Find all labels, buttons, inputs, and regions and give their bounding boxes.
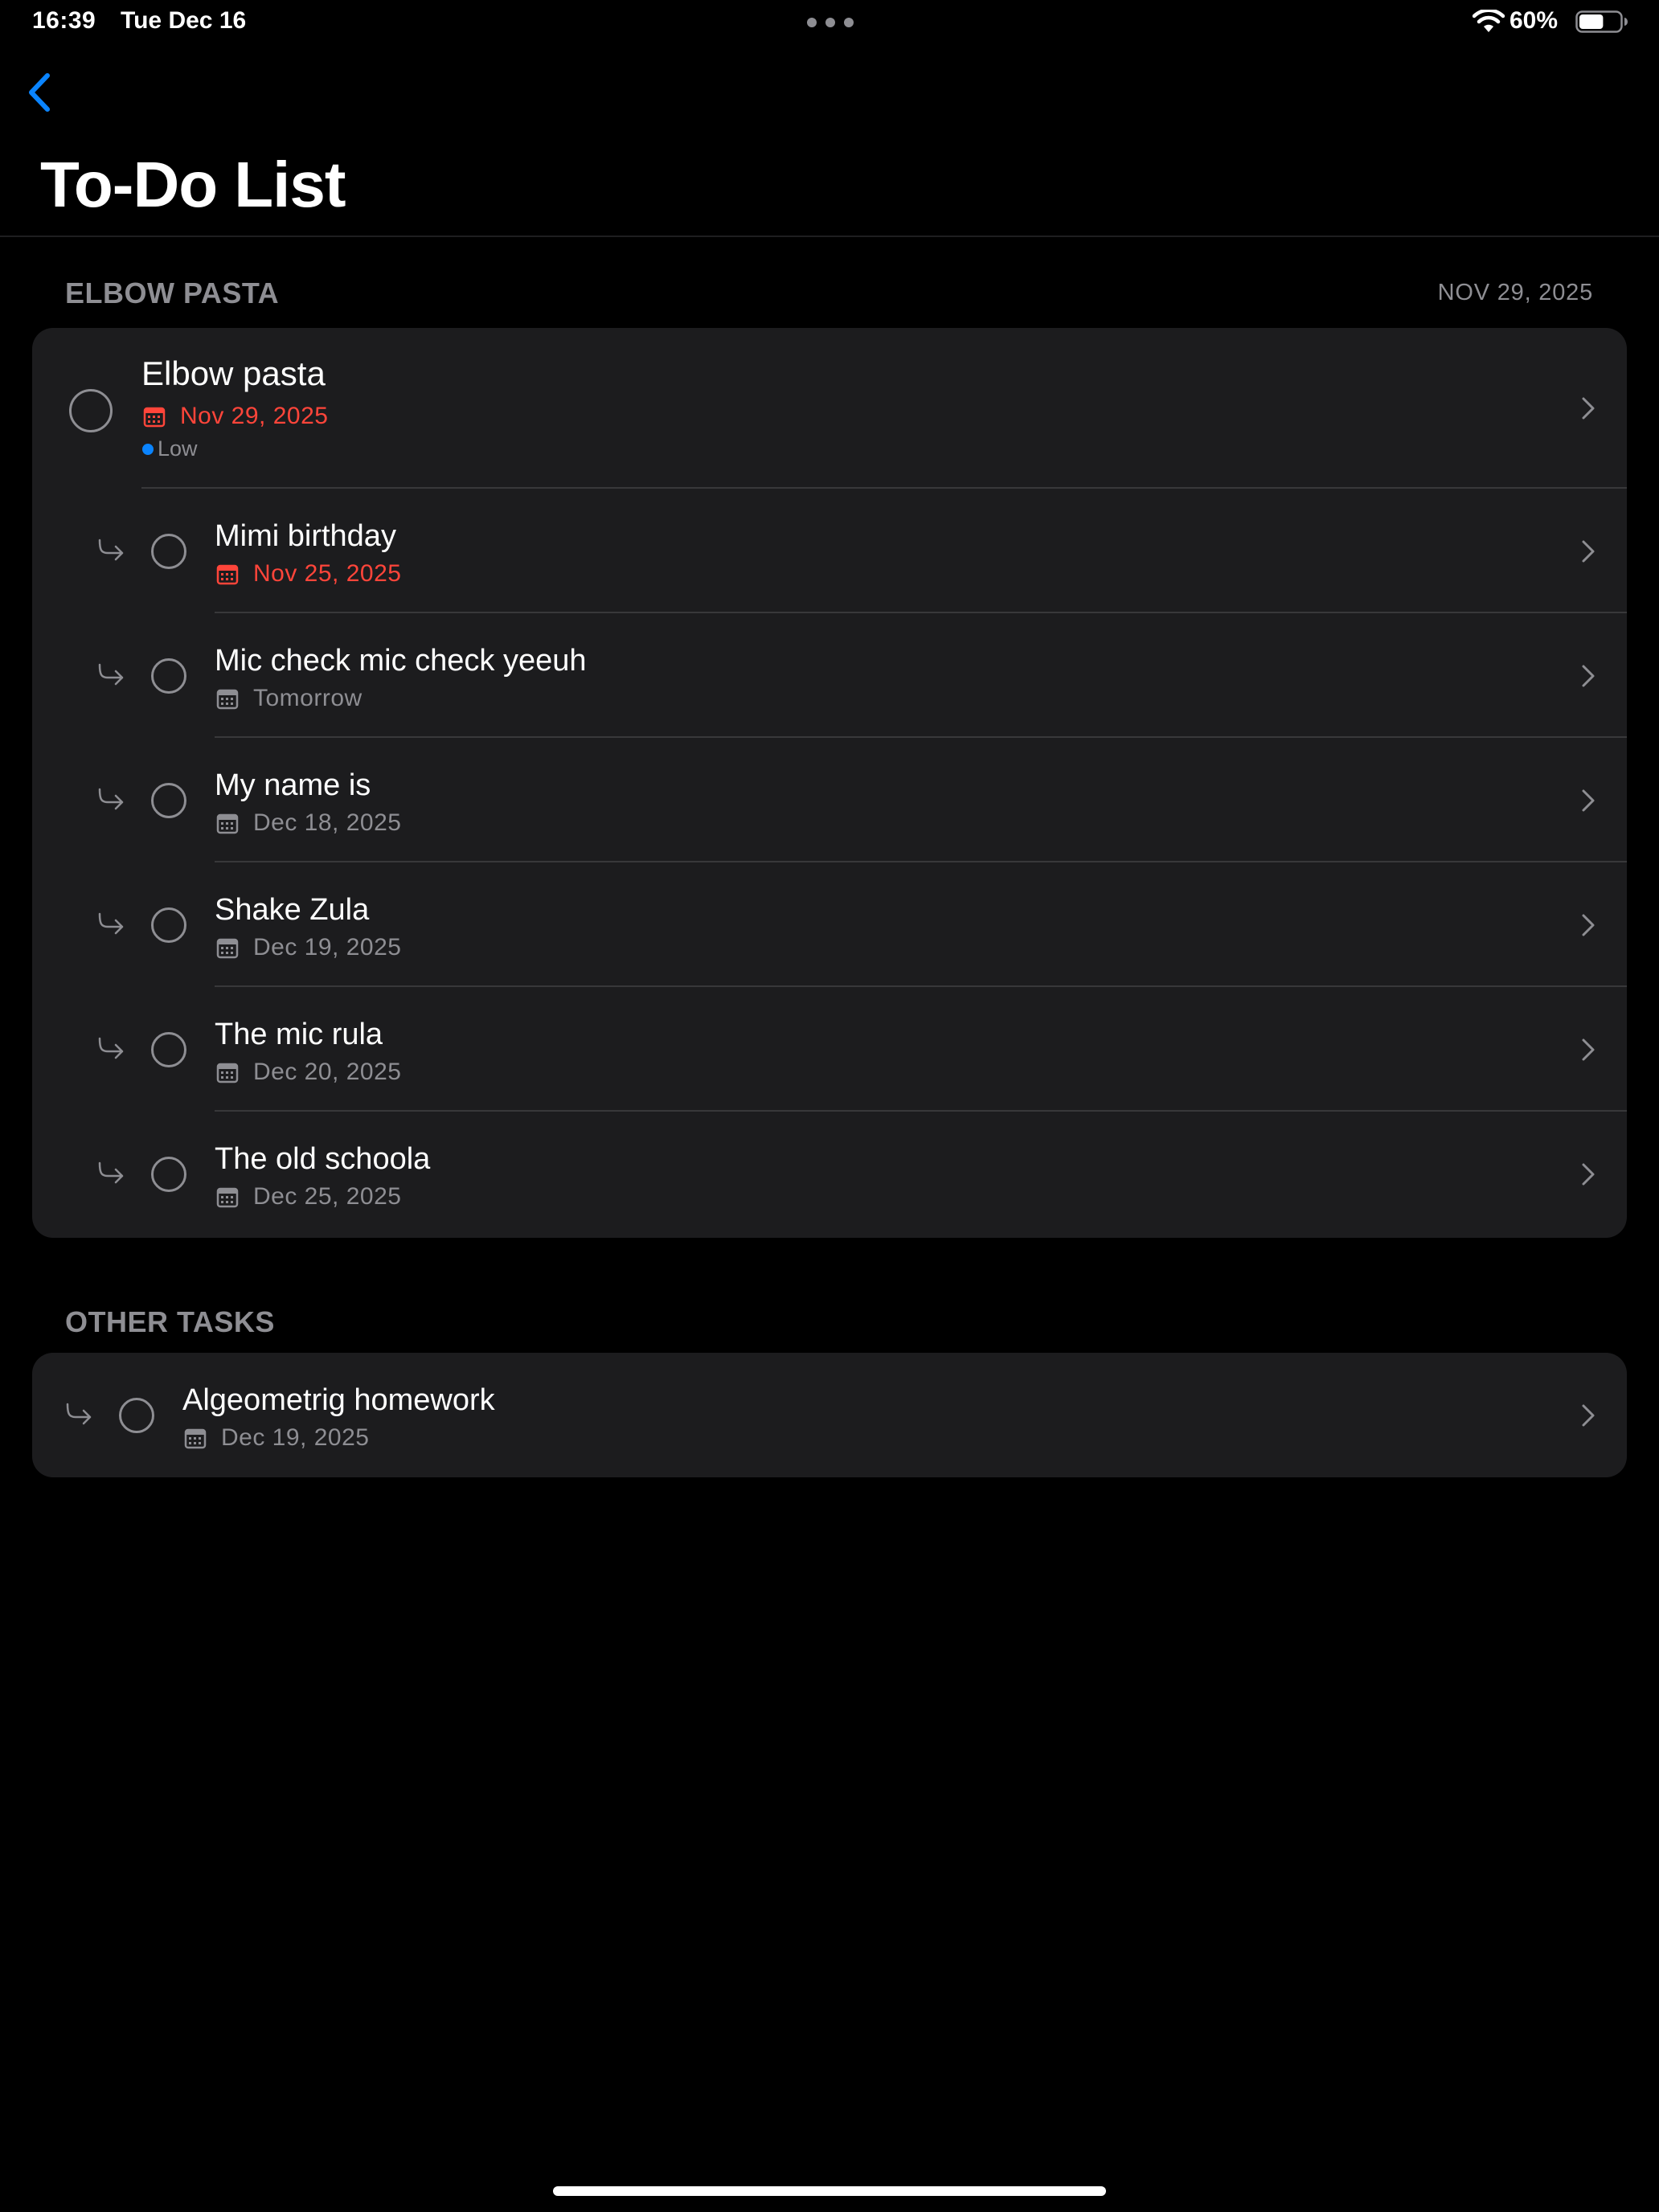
subtask-row[interactable]: Mimi birthday Nov 25, 2025 bbox=[32, 489, 1627, 613]
title-divider bbox=[0, 236, 1659, 237]
other-tasks-card: Algeometrig homework Dec 19, 2025 bbox=[32, 1353, 1627, 1477]
subtask-due-date: Nov 25, 2025 bbox=[253, 560, 402, 587]
subtask-title: The mic rula bbox=[215, 1018, 383, 1051]
subtask-arrow-icon bbox=[98, 1161, 124, 1184]
calendar-icon bbox=[216, 813, 239, 834]
section-date: NOV 29, 2025 bbox=[1437, 280, 1593, 305]
chevron-right-icon bbox=[1582, 789, 1595, 812]
back-button[interactable] bbox=[19, 69, 61, 116]
calendar-icon bbox=[143, 407, 166, 428]
chevron-right-icon bbox=[1582, 1038, 1595, 1061]
chevron-right-icon bbox=[1582, 665, 1595, 687]
task-title: Algeometrig homework bbox=[182, 1383, 495, 1417]
status-time: 16:39 bbox=[32, 7, 96, 34]
subtask-checkbox[interactable] bbox=[151, 1032, 186, 1067]
chevron-right-icon bbox=[1582, 914, 1595, 936]
task-title: Elbow pasta bbox=[141, 354, 326, 392]
subtask-row[interactable]: My name is Dec 18, 2025 bbox=[32, 738, 1627, 862]
task-checkbox[interactable] bbox=[119, 1398, 154, 1433]
section-header-other-tasks: OTHER TASKS bbox=[65, 1305, 275, 1338]
calendar-icon bbox=[216, 1063, 239, 1083]
home-indicator[interactable] bbox=[553, 2186, 1106, 2196]
subtask-title: The old schoola bbox=[215, 1142, 431, 1176]
subtask-arrow-icon bbox=[98, 539, 124, 561]
subtask-due-date: Dec 20, 2025 bbox=[253, 1059, 402, 1085]
task-due-date: Dec 19, 2025 bbox=[221, 1424, 370, 1451]
subtask-arrow-icon bbox=[98, 788, 124, 810]
calendar-icon bbox=[216, 689, 239, 710]
chevron-right-icon bbox=[1582, 1404, 1595, 1427]
chevron-left-icon bbox=[29, 73, 50, 112]
calendar-icon bbox=[216, 1187, 239, 1208]
task-due-date: Nov 29, 2025 bbox=[180, 403, 329, 429]
wifi-icon bbox=[1473, 10, 1505, 32]
battery-percent: 60% bbox=[1509, 7, 1559, 34]
page-title: To-Do List bbox=[40, 149, 346, 220]
subtask-title: Mic check mic check yeeuh bbox=[215, 644, 587, 678]
elbow-pasta-card: Elbow pasta Nov 29, 2025 Low Mimi birthd… bbox=[32, 328, 1627, 1238]
subtask-checkbox[interactable] bbox=[151, 783, 186, 818]
subtask-arrow-icon bbox=[66, 1403, 92, 1425]
chevron-right-icon bbox=[1582, 397, 1595, 420]
subtask-title: Shake Zula bbox=[215, 893, 370, 927]
status-date: Tue Dec 16 bbox=[121, 7, 247, 34]
subtask-row[interactable]: Shake Zula Dec 19, 2025 bbox=[32, 862, 1627, 987]
battery-icon bbox=[1575, 10, 1628, 33]
task-checkbox[interactable] bbox=[69, 389, 113, 432]
status-bar: 16:39 Tue Dec 16 60% bbox=[0, 0, 1659, 45]
subtask-due-date: Dec 18, 2025 bbox=[253, 809, 402, 836]
subtask-arrow-icon bbox=[98, 912, 124, 935]
calendar-icon bbox=[216, 564, 239, 585]
subtask-title: Mimi birthday bbox=[215, 519, 396, 553]
chevron-right-icon bbox=[1582, 540, 1595, 563]
section-header-elbow-pasta: ELBOW PASTA bbox=[65, 276, 280, 309]
calendar-icon bbox=[216, 938, 239, 959]
task-row[interactable]: Algeometrig homework Dec 19, 2025 bbox=[32, 1353, 1627, 1477]
subtask-title: My name is bbox=[215, 768, 371, 802]
subtask-due-date: Dec 19, 2025 bbox=[253, 934, 402, 961]
task-row-elbow-pasta[interactable]: Elbow pasta Nov 29, 2025 Low bbox=[32, 328, 1627, 489]
subtask-due-date: Tomorrow bbox=[253, 685, 363, 711]
subtask-row[interactable]: Mic check mic check yeeuh Tomorrow bbox=[32, 613, 1627, 738]
subtask-row[interactable]: The old schoola Dec 25, 2025 bbox=[32, 1112, 1627, 1238]
priority-dot bbox=[142, 444, 154, 455]
priority-label: Low bbox=[158, 436, 198, 461]
chevron-right-icon bbox=[1582, 1163, 1595, 1186]
subtask-checkbox[interactable] bbox=[151, 534, 186, 569]
subtask-checkbox[interactable] bbox=[151, 658, 186, 694]
subtask-due-date: Dec 25, 2025 bbox=[253, 1183, 402, 1210]
multitasking-dots-icon[interactable] bbox=[807, 18, 854, 27]
subtask-checkbox[interactable] bbox=[151, 907, 186, 943]
calendar-icon bbox=[184, 1428, 207, 1449]
subtask-arrow-icon bbox=[98, 663, 124, 686]
subtask-arrow-icon bbox=[98, 1037, 124, 1059]
subtask-checkbox[interactable] bbox=[151, 1157, 186, 1192]
subtask-row[interactable]: The mic rula Dec 20, 2025 bbox=[32, 987, 1627, 1112]
